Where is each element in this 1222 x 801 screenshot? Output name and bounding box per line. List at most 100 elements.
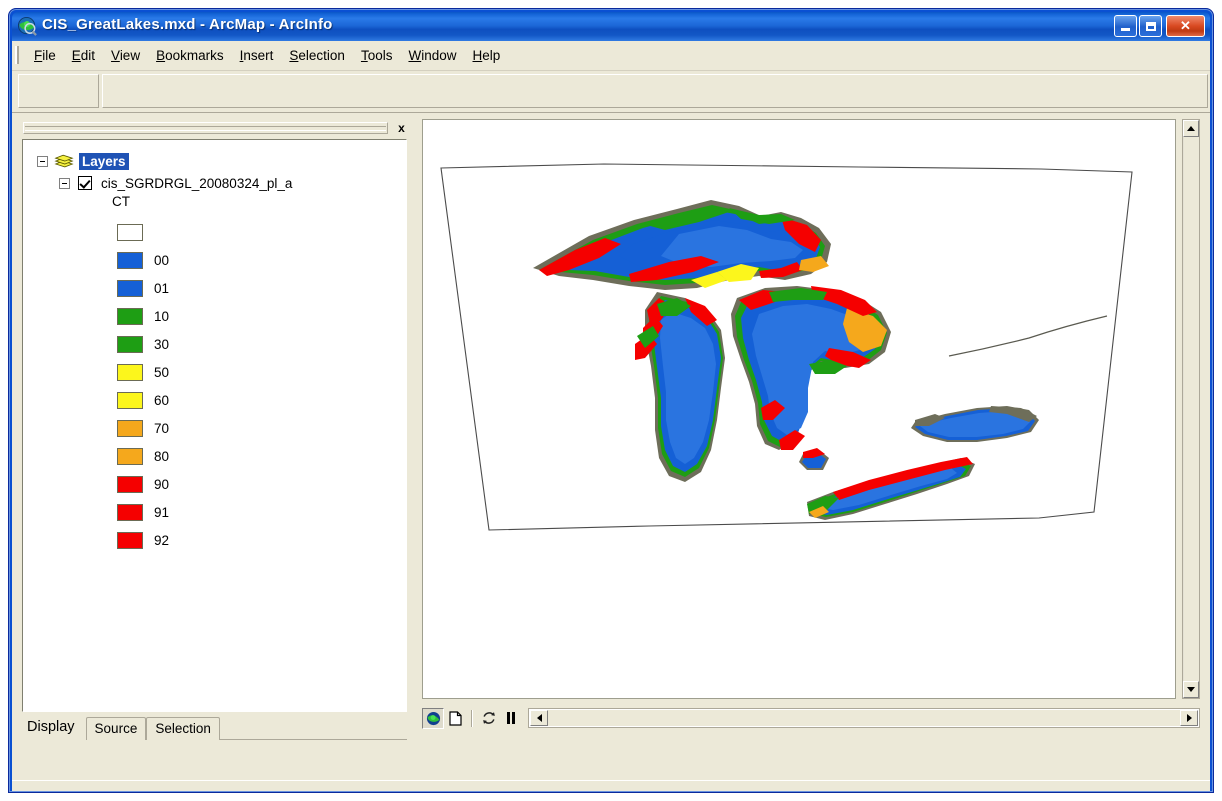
legend-row[interactable] [117, 218, 406, 246]
lake-st-clair [799, 448, 829, 470]
scroll-down-button[interactable] [1183, 681, 1199, 698]
legend-swatch[interactable] [117, 251, 143, 269]
pause-button[interactable] [500, 708, 522, 729]
legend-row[interactable]: 60 [117, 386, 406, 414]
legend-swatch[interactable] [117, 363, 143, 381]
toc-drag-handle[interactable] [23, 122, 388, 134]
tab-selection[interactable]: Selection [146, 717, 220, 740]
stacked-layers-icon [54, 154, 74, 167]
legend-label: 91 [154, 504, 170, 520]
toc-layer-label: cis_SGRDRGL_20080324_pl_a [101, 175, 293, 191]
menu-item-view[interactable]: View [103, 46, 148, 65]
menu-item-help[interactable]: Help [465, 46, 509, 65]
close-button[interactable]: ✕ [1166, 15, 1205, 37]
refresh-button[interactable] [478, 708, 500, 729]
toc-tree-container[interactable]: Layers cis_SGRDRGL_20080324_pl_a CT 00 01… [22, 139, 407, 712]
legend-row[interactable]: 91 [117, 498, 406, 526]
map-horizontal-scrollbar[interactable] [528, 708, 1200, 728]
data-view-button[interactable] [422, 707, 444, 729]
toc-tree: Layers cis_SGRDRGL_20080324_pl_a CT 00 01… [23, 140, 406, 554]
refresh-icon [483, 712, 495, 724]
legend-row[interactable]: 90 [117, 470, 406, 498]
legend-row[interactable]: 92 [117, 526, 406, 554]
vertical-scroll-track[interactable] [1183, 137, 1199, 681]
arcmap-window: CIS_GreatLakes.mxd - ArcMap - ArcInfo ✕ … [8, 8, 1214, 793]
layout-view-button[interactable] [444, 708, 466, 729]
legend-row[interactable]: 30 [117, 330, 406, 358]
menu-item-edit[interactable]: Edit [64, 46, 103, 65]
toolbar-dock-right[interactable] [102, 74, 1208, 108]
legend-label: 60 [154, 392, 170, 408]
lake-ontario [911, 406, 1039, 442]
arrow-right-icon [1186, 714, 1192, 722]
menu-item-file[interactable]: File [26, 46, 64, 65]
menu-item-tools[interactable]: Tools [353, 46, 401, 65]
outlet-line [948, 315, 1108, 357]
legend-swatch[interactable] [117, 447, 143, 465]
arrow-left-icon [536, 714, 542, 722]
lake-michigan [635, 292, 725, 482]
menu-items: File Edit View Bookmarks Insert Selectio… [26, 46, 508, 65]
lake-superior [533, 200, 831, 290]
legend-swatch[interactable] [117, 307, 143, 325]
legend-swatch[interactable] [117, 503, 143, 521]
client-area: File Edit View Bookmarks Insert Selectio… [12, 41, 1210, 791]
expander-minus-icon[interactable] [37, 155, 48, 167]
window-title: CIS_GreatLakes.mxd - ArcMap - ArcInfo [42, 16, 333, 33]
scroll-right-button[interactable] [1180, 710, 1198, 726]
menu-item-window[interactable]: Window [400, 46, 464, 65]
arcmap-globe-icon [17, 16, 37, 36]
toc-close-button[interactable]: x [393, 120, 410, 136]
menu-item-bookmarks[interactable]: Bookmarks [148, 46, 232, 65]
legend-swatch[interactable] [117, 223, 143, 241]
scroll-left-button[interactable] [530, 710, 548, 726]
toolbar-strip [12, 71, 1210, 113]
legend-swatch[interactable] [117, 475, 143, 493]
toc-root-label: Layers [79, 152, 129, 170]
legend-list: 00 01 10 30 50 60 70 80 90 91 92 [37, 218, 406, 554]
toolbar-separator [471, 709, 473, 727]
toc-field-label: CT [112, 194, 130, 209]
legend-label: 30 [154, 336, 170, 352]
map-bottom-bar [422, 705, 1200, 731]
legend-row[interactable]: 70 [117, 414, 406, 442]
tab-source[interactable]: Source [85, 717, 147, 740]
minimize-icon [1115, 16, 1136, 36]
page-icon [448, 710, 462, 726]
menu-item-selection[interactable]: Selection [281, 46, 353, 65]
restore-icon [1140, 16, 1161, 36]
layer-visibility-checkbox[interactable] [78, 176, 92, 190]
legend-label: 00 [154, 252, 170, 268]
legend-label: 01 [154, 280, 170, 296]
legend-row[interactable]: 01 [117, 274, 406, 302]
legend-swatch[interactable] [117, 279, 143, 297]
legend-label: 80 [154, 448, 170, 464]
legend-row[interactable]: 80 [117, 442, 406, 470]
legend-row[interactable]: 00 [117, 246, 406, 274]
status-bar [12, 780, 1210, 791]
map-vertical-scrollbar[interactable] [1182, 119, 1200, 699]
expander-minus-icon[interactable] [59, 177, 70, 189]
toc-root-row[interactable]: Layers [37, 150, 406, 172]
lake-erie [807, 457, 975, 520]
horizontal-scroll-track[interactable] [548, 710, 1180, 726]
menu-item-insert[interactable]: Insert [232, 46, 282, 65]
legend-swatch[interactable] [117, 531, 143, 549]
legend-swatch[interactable] [117, 335, 143, 353]
toc-layer-row[interactable]: cis_SGRDRGL_20080324_pl_a [37, 172, 406, 194]
close-icon: ✕ [1180, 18, 1191, 33]
legend-label: 92 [154, 532, 170, 548]
legend-row[interactable]: 10 [117, 302, 406, 330]
toc-header: x [20, 119, 412, 139]
menu-drag-handle[interactable] [15, 46, 20, 64]
map-canvas[interactable] [422, 119, 1176, 699]
tab-display[interactable]: Display [22, 715, 86, 740]
minimize-button[interactable] [1114, 15, 1137, 37]
legend-swatch[interactable] [117, 391, 143, 409]
legend-swatch[interactable] [117, 419, 143, 437]
toolbar-dock-left[interactable] [18, 74, 99, 108]
scroll-up-button[interactable] [1183, 120, 1199, 137]
restore-button[interactable] [1139, 15, 1162, 37]
legend-row[interactable]: 50 [117, 358, 406, 386]
table-of-contents-panel: x Layers cis_SGRDRGL_20080324_pl_a CT 00… [20, 119, 412, 779]
